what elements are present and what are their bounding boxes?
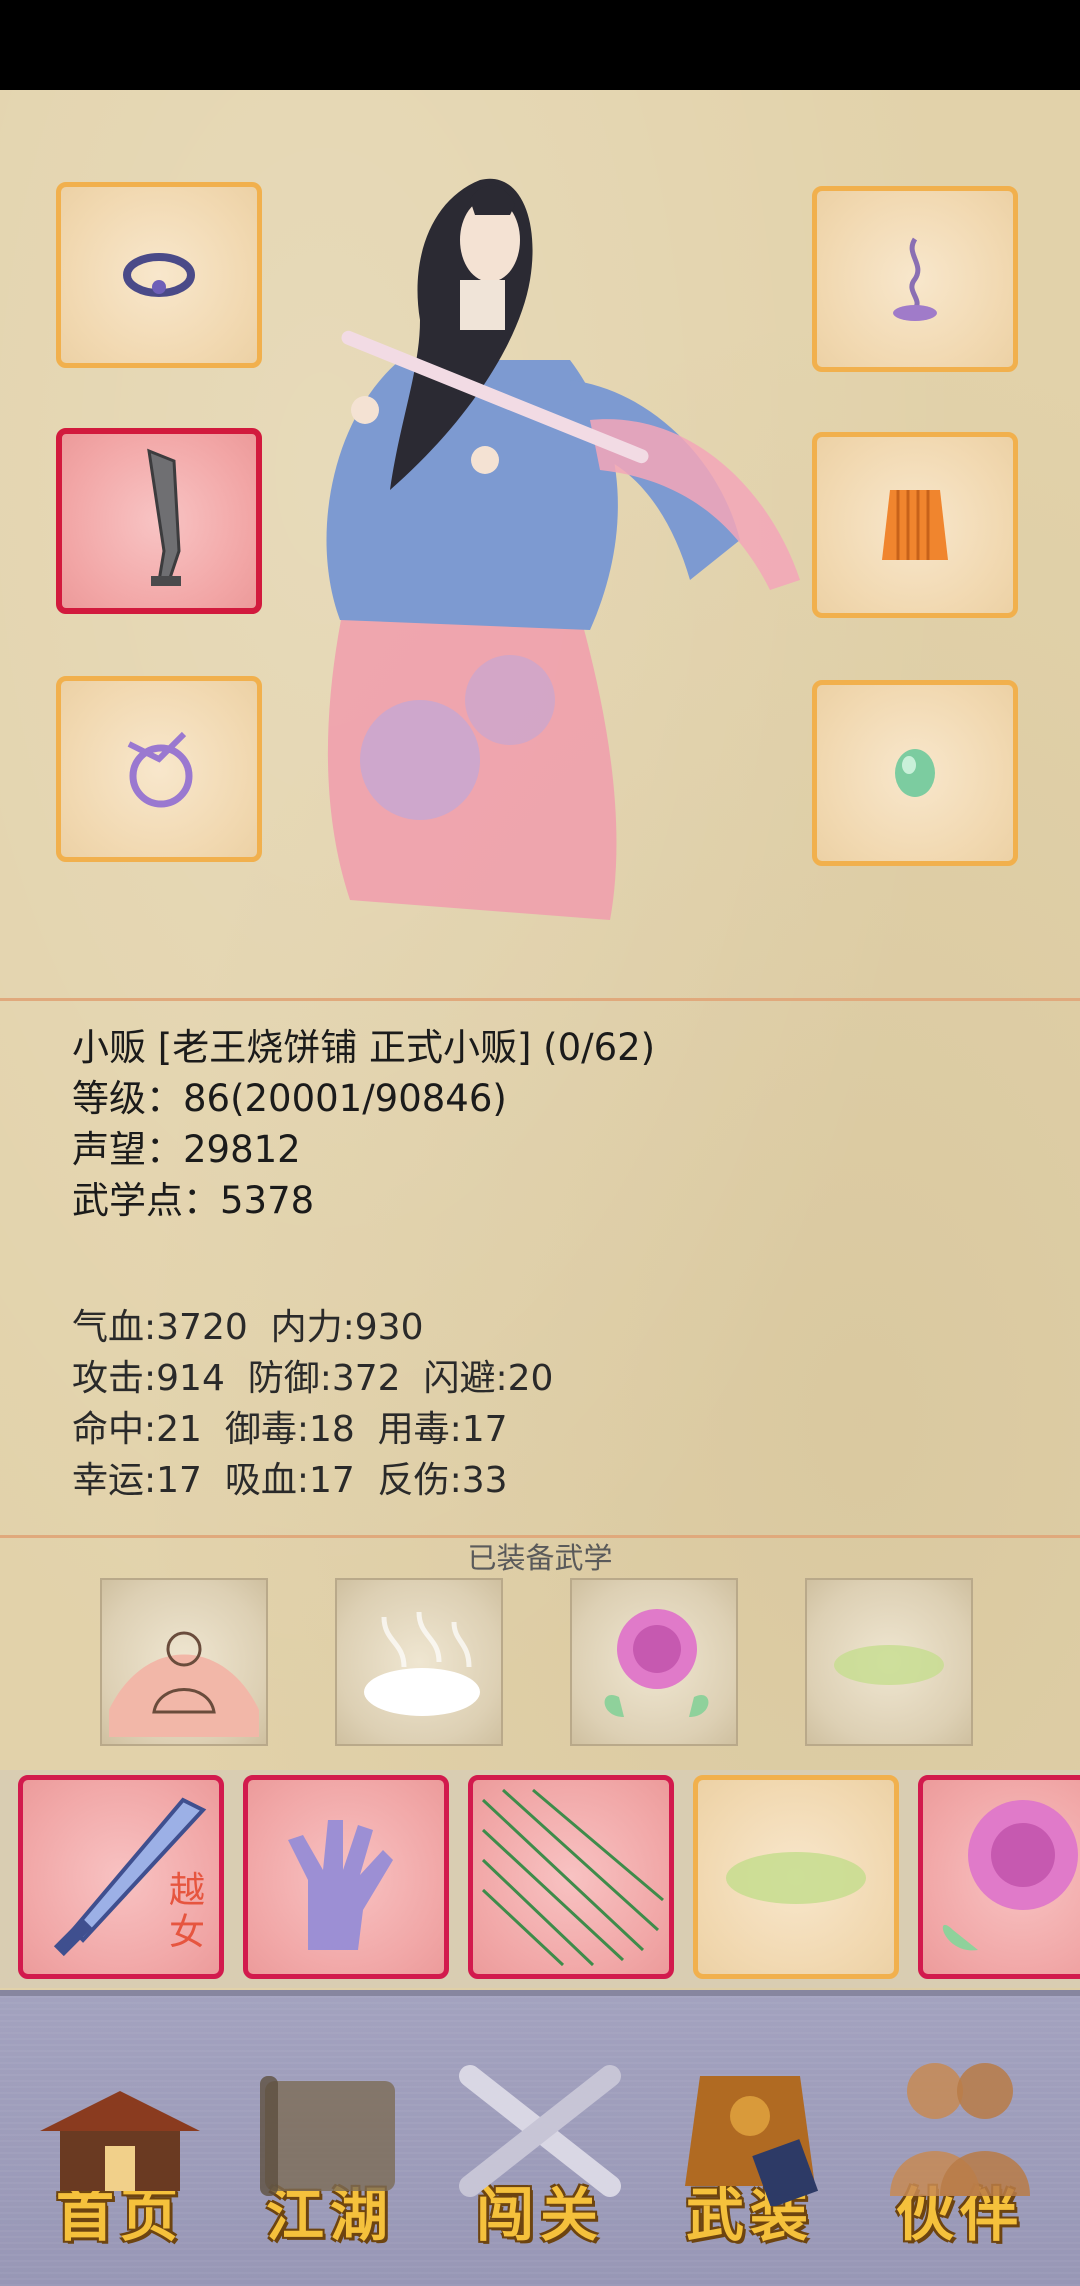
equip-slot-jade[interactable] [812, 680, 1018, 866]
martial-slot-1[interactable]: 越女 [18, 1775, 224, 1979]
equip-slot-armor[interactable] [812, 432, 1018, 618]
rose-icon [942, 1800, 1078, 1951]
character-info: 小贩 [老王烧饼铺 正式小贩] (0/62) 等级：86(20001/90846… [72, 1022, 655, 1226]
scroll-map-icon [260, 2076, 395, 2196]
martial-slot-5[interactable] [918, 1775, 1080, 1979]
mist-icon [726, 1852, 866, 1904]
stats-line-2: 攻击:914 防御:372 闪避:20 [72, 1358, 554, 1399]
stats-line-1: 气血:3720 内力:930 [72, 1307, 424, 1348]
martial-slot-1-label: 越女 [168, 1870, 205, 1953]
character-portrait [326, 178, 800, 920]
equipped-martial-title: 已装备武学 [467, 1541, 613, 1575]
stats-line-3: 命中:21 御毒:18 用毒:17 [72, 1409, 508, 1450]
equipped-skill-3[interactable] [570, 1578, 738, 1746]
palm-icon [288, 1820, 393, 1950]
ring-icon [123, 253, 195, 297]
nav-jianghu[interactable]: 江湖 [230, 2036, 430, 2256]
martial-slot-4[interactable] [693, 1775, 899, 1979]
nav-challenge[interactable]: 闯关 [440, 2036, 640, 2256]
equip-slot-amulet[interactable] [56, 676, 262, 862]
amulet-icon [127, 731, 193, 808]
martial-points-text: 武学点：5378 [72, 1179, 315, 1222]
nav-home[interactable]: 首页 [20, 2036, 220, 2256]
level-text: 等级：86(20001/90846) [72, 1077, 507, 1120]
nav-equipment[interactable]: 武装 [650, 2036, 850, 2256]
nav-partner[interactable]: 伙伴 [860, 2036, 1060, 2256]
stats-line-4: 幸运:17 吸血:17 反伤:33 [72, 1460, 508, 1501]
incense-icon [893, 237, 937, 321]
reputation-text: 声望：29812 [72, 1128, 301, 1171]
equipped-skill-1[interactable] [100, 1578, 268, 1746]
sword-icon [147, 448, 181, 586]
equipped-skill-2[interactable] [335, 1578, 503, 1746]
jade-icon [895, 749, 935, 797]
bottom-navigation: 首页 江湖 闯关 武装 伙伴 [0, 1990, 1080, 2286]
needles-icon [481, 1788, 664, 1967]
equip-slot-ring[interactable] [56, 182, 262, 368]
armor-icon [882, 490, 948, 560]
home-icon [40, 2091, 200, 2191]
martial-slot-3[interactable] [468, 1775, 674, 1979]
identity-text: 小贩 [老王烧饼铺 正式小贩] (0/62) [72, 1026, 656, 1069]
rose-icon [604, 1609, 709, 1717]
equipped-skill-4[interactable] [805, 1578, 973, 1746]
character-stats: 气血:3720 内力:930 攻击:914 防御:372 闪避:20 命中:21… [72, 1302, 553, 1506]
equip-slot-weapon[interactable] [56, 428, 262, 614]
crossed-swords-icon [459, 2065, 621, 2197]
mist-icon [834, 1645, 944, 1685]
section-divider [0, 998, 1080, 1001]
status-bar [0, 0, 1080, 90]
meditation-icon [109, 1631, 259, 1737]
partner-icon [890, 2063, 1030, 2196]
equip-slot-incense[interactable] [812, 186, 1018, 372]
armor-nav-icon [685, 2076, 819, 2206]
cloud-icon [364, 1611, 480, 1716]
martial-slot-2[interactable] [243, 1775, 449, 1979]
